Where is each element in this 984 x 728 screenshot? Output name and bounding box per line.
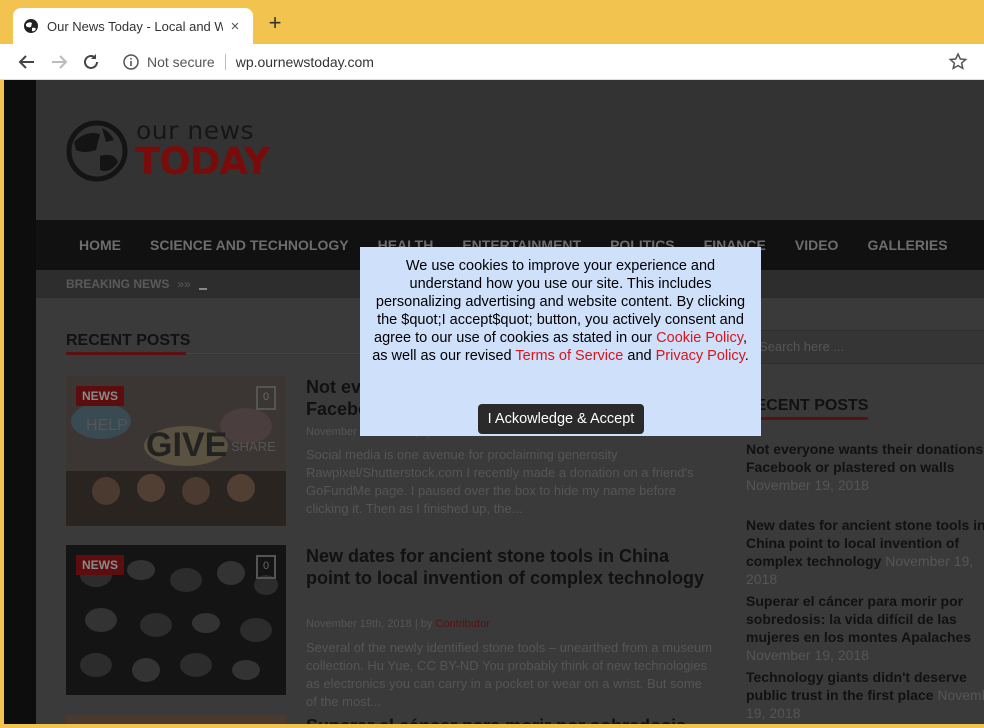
svg-text:HELP: HELP (86, 417, 128, 434)
post-title[interactable]: Superar el cáncer para morir por sobredo… (306, 715, 716, 724)
sidebar-post-date: November 19, 2018 (746, 647, 869, 663)
cookie-consent-dialog: We use cookies to improve your experienc… (360, 247, 761, 436)
forward-arrow-icon (52, 55, 68, 69)
comment-count-icon[interactable]: 0 (256, 555, 276, 579)
info-icon[interactable] (123, 54, 139, 70)
recent-posts-heading: RECENT POSTS (66, 332, 191, 349)
site-header: our news TODAY (36, 80, 984, 220)
back-button[interactable] (16, 51, 38, 73)
browser-tab[interactable]: Our News Today - Local and World × (13, 8, 253, 44)
post-excerpt: Social media is one avenue for proclaimi… (306, 447, 694, 516)
nav-science-technology[interactable]: SCIENCE AND TECHNOLOGY (150, 237, 349, 253)
forward-button[interactable] (48, 51, 70, 73)
cookie-text-end: . (744, 348, 749, 364)
sidebar-post-title[interactable]: Not everyone wants their donations on Fa… (746, 441, 984, 475)
sidebar-post-item[interactable]: Superar el cáncer para morir por sobredo… (746, 592, 984, 664)
sidebar-post-item[interactable]: New dates for ancient stone tools in Chi… (746, 516, 984, 588)
sidebar-post-item[interactable]: Not everyone wants their donations on Fa… (746, 440, 984, 494)
omnibox[interactable]: Not secure wp.ournewstoday.com (114, 48, 976, 76)
omnibox-separator (224, 54, 226, 70)
breaking-news-label: BREAKING NEWS (66, 277, 170, 291)
logo-text-bottom: TODAY (135, 140, 270, 183)
cookie-policy-link[interactable]: Cookie Policy (656, 330, 743, 346)
sidebar-post-title[interactable]: Superar el cáncer para morir por sobredo… (746, 593, 971, 645)
address-bar: Not secure wp.ournewstoday.com (0, 44, 984, 80)
post-thumbnail[interactable]: GIVE HELP SHARE NEWS 0 (66, 376, 286, 526)
post-thumbnail[interactable]: NEWS 0 (66, 545, 286, 695)
post-title[interactable]: New dates for ancient stone tools in Chi… (306, 545, 716, 589)
sidebar-post-item[interactable]: Technology giants didn't deserve public … (746, 668, 984, 722)
sidebar-search-input[interactable]: Search here ... (744, 330, 984, 364)
url-text[interactable]: wp.ournewstoday.com (236, 54, 374, 70)
back-arrow-icon (18, 55, 34, 69)
close-tab-icon[interactable]: × (227, 18, 243, 35)
cookie-text-and: and (623, 348, 656, 364)
site-logo[interactable]: our news TODAY (66, 116, 276, 186)
new-tab-button[interactable]: + (264, 12, 286, 34)
tab-title: Our News Today - Local and World (47, 18, 223, 34)
comment-count-icon[interactable]: 0 (256, 386, 276, 410)
terms-of-service-link[interactable]: Terms of Service (515, 348, 623, 364)
post-card: NEWS 0 New dates for ancient stone tools… (66, 545, 716, 709)
privacy-policy-link[interactable]: Privacy Policy (656, 348, 745, 364)
ticker-cursor (198, 288, 207, 290)
globe-icon (24, 19, 38, 33)
post-meta: November 19th, 2018 | by Contributor (306, 618, 490, 630)
nav-video[interactable]: VIDEO (795, 237, 839, 253)
post-excerpt: Several of the newly identified stone to… (306, 640, 713, 709)
logo-globe-icon (66, 120, 128, 182)
tab-bar: Our News Today - Local and World × + (0, 0, 984, 44)
svg-text:SHARE: SHARE (231, 439, 276, 454)
news-badge[interactable]: NEWS (76, 386, 124, 406)
reload-icon (84, 54, 98, 69)
sidebar-post-date: November 19, 2018 (746, 477, 869, 493)
meta-separator: | by (411, 618, 436, 630)
sidebar-recent-posts-heading: RECENT POSTS (744, 397, 869, 414)
post-author-link[interactable]: Contributor (435, 618, 489, 630)
breaking-arrows-icon: »» (177, 277, 191, 291)
news-badge[interactable]: NEWS (76, 555, 124, 575)
post-card: Superar el cáncer para morir por sobredo… (66, 715, 716, 724)
post-date: November 19th, 2018 (306, 618, 412, 630)
bookmark-star-icon[interactable] (948, 52, 968, 72)
nav-galleries[interactable]: GALLERIES (867, 237, 947, 253)
sidebar-heading-underline (744, 417, 868, 420)
svg-text:GIVE: GIVE (146, 426, 227, 464)
cookie-message: We use cookies to improve your experienc… (370, 257, 751, 365)
nav-home[interactable]: HOME (79, 237, 121, 253)
reload-button[interactable] (80, 51, 102, 73)
security-label: Not secure (147, 54, 215, 70)
post-thumbnail[interactable] (66, 715, 286, 724)
accept-cookies-button[interactable]: I Ackowledge & Accept (478, 404, 644, 434)
heading-underline (66, 352, 186, 355)
